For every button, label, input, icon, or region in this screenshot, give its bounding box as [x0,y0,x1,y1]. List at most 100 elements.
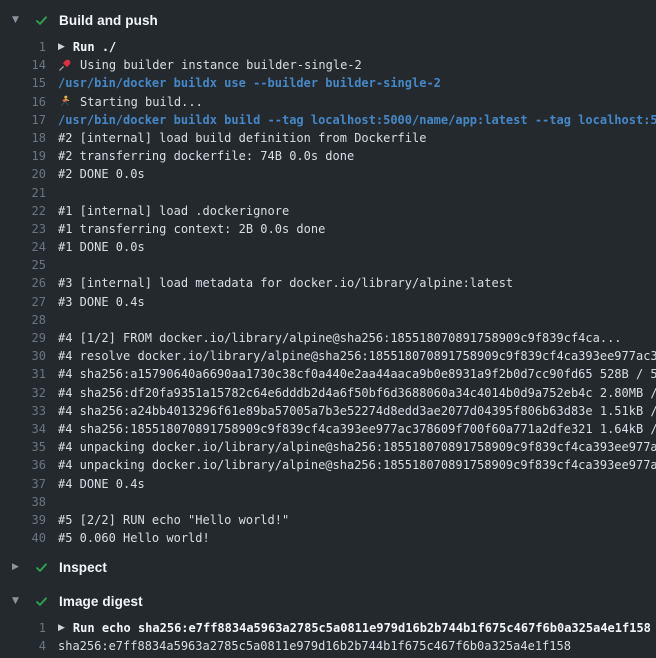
log-line: 39 #5 [2/2] RUN echo "Hello world!" [0,511,656,529]
line-number[interactable]: 1 [0,619,46,637]
log-line: 31 #4 sha256:a15790640a6690aa1730c38cf0a4… [0,365,656,383]
log-lines-build-and-push: 1 ▶ Run ./ 14 Using builder instance builder… [0,34,656,553]
log-line: 26 #3 [internal] load metadata for docker… [0,274,656,292]
runner-icon [58,95,72,109]
log-text: /usr/bin/docker buildx use --builder bui… [58,74,441,92]
line-number[interactable]: 4 [0,637,46,655]
log-line: 35 #4 unpacking docker.io/library/alpine@… [0,438,656,456]
line-number[interactable]: 35 [0,438,46,456]
log-line: 32#4 sha256:df20fa9351a15782c64e6dddb2d4… [0,384,656,402]
log-line: 27 #3 DONE 0.4s [0,293,656,311]
line-number[interactable]: 17 [0,111,46,129]
section-title: Inspect [59,560,107,575]
line-number[interactable]: 34 [0,420,46,438]
log-line: 37 #4 DONE 0.4s [0,475,656,493]
line-number[interactable]: 22 [0,202,46,220]
log-line: 28 [0,311,656,329]
log-text: Run ./ [73,38,116,56]
workflow-log: ▼Build and push1▶Run ./14Using builder i… [0,0,656,658]
log-line: 20 #2 DONE 0.0s [0,165,656,183]
section-title: Build and push [59,13,158,28]
chevron-right-icon[interactable]: ▶ [12,562,34,572]
log-text: Using builder instance builder-single-2 [80,56,362,74]
line-number[interactable]: 21 [0,184,46,202]
log-text: #2 transferring dockerfile: 74B 0.0s don… [58,147,354,165]
pin-icon [58,58,72,72]
expand-toggle-icon[interactable]: ▶ [58,619,65,637]
line-number[interactable]: 40 [0,529,46,547]
log-text: #1 [internal] load .dockerignore [58,202,289,220]
log-text: #4 unpacking docker.io/library/alpine@sh… [58,456,656,474]
line-number[interactable]: 16 [0,93,46,111]
line-number[interactable]: 36 [0,456,46,474]
chevron-down-icon[interactable]: ▼ [12,596,34,606]
log-text: #4 resolve docker.io/library/alpine@sha2… [58,347,656,365]
section-header-inspect[interactable]: ▶ Inspect [0,553,656,581]
success-check-icon [34,559,50,575]
log-text: #4 [1/2] FROM docker.io/library/alpine@s… [58,329,622,347]
log-text: #5 0.060 Hello world! [58,529,210,547]
line-number[interactable]: 20 [0,165,46,183]
line-number[interactable]: 26 [0,274,46,292]
section-title: Image digest [59,594,143,609]
log-text: Run echo sha256:e7ff8834a5963a2785c5a081… [73,619,651,637]
line-number[interactable]: 39 [0,511,46,529]
line-number[interactable]: 24 [0,238,46,256]
log-line: 29 #4 [1/2] FROM docker.io/library/alpine… [0,329,656,347]
success-check-icon [34,12,50,28]
line-number[interactable]: 25 [0,256,46,274]
log-text: #5 [2/2] RUN echo "Hello world!" [58,511,289,529]
chevron-down-icon[interactable]: ▼ [12,15,34,25]
expand-toggle-icon[interactable]: ▶ [58,38,65,56]
log-line: 34 #4 sha256:185518070891758909c9f839cf4c… [0,420,656,438]
log-line: 4 sha256:e7ff8834a5963a2785c5a0811e979d16… [0,637,656,655]
line-number[interactable]: 37 [0,475,46,493]
log-text: #4 sha256:a15790640a6690aa1730c38cf0a440… [58,365,656,383]
line-number[interactable]: 1 [0,38,46,56]
line-number[interactable]: 32 [0,384,46,402]
line-number[interactable]: 38 [0,493,46,511]
log-line: 1 ▶ Run ./ [0,38,656,56]
line-number[interactable]: 31 [0,365,46,383]
log-line: 17/usr/bin/docker buildx build --tag loc… [0,111,656,129]
success-check-icon [34,593,50,609]
log-line: 19 #2 transferring dockerfile: 74B 0.0s d… [0,147,656,165]
line-number[interactable]: 29 [0,329,46,347]
log-text: #2 DONE 0.0s [58,165,145,183]
log-text: Starting build... [80,93,203,111]
log-line: 15/usr/bin/docker buildx use --builder b… [0,74,656,92]
log-lines-image-digest: 1 ▶ Run echo sha256:e7ff8834a5963a2785c5a0… [0,615,656,658]
line-number[interactable]: 18 [0,129,46,147]
log-text: #1 DONE 0.0s [58,238,145,256]
log-text: #1 transferring context: 2B 0.0s done [58,220,325,238]
log-text: #4 DONE 0.4s [58,475,145,493]
section-header-image-digest[interactable]: ▼ Image digest [0,587,656,615]
log-text: #2 [internal] load build definition from… [58,129,426,147]
log-line: 40 #5 0.060 Hello world! [0,529,656,547]
line-number[interactable]: 14 [0,56,46,74]
log-text: #4 sha256:185518070891758909c9f839cf4ca3… [58,420,656,438]
line-number[interactable]: 15 [0,74,46,92]
section-header-build-and-push[interactable]: ▼ Build and push [0,6,656,34]
log-line: 30 #4 resolve docker.io/library/alpine@sh… [0,347,656,365]
log-line: 18 #2 [internal] load build definition fr… [0,129,656,147]
log-text: #4 sha256:a24bb4013296f61e89ba57005a7b3e… [58,402,656,420]
log-line: 22 #1 [internal] load .dockerignore [0,202,656,220]
log-text: #3 DONE 0.4s [58,293,145,311]
log-line: 14 Using builder instance builder-single-… [0,56,656,74]
line-number[interactable]: 19 [0,147,46,165]
log-line: 16 Starting build... [0,93,656,111]
line-number[interactable]: 28 [0,311,46,329]
line-number[interactable]: 23 [0,220,46,238]
line-number[interactable]: 27 [0,293,46,311]
log-line: 21 [0,184,656,202]
log-text: sha256:e7ff8834a5963a2785c5a0811e979d16b… [58,637,571,655]
log-line: 33 #4 sha256:a24bb4013296f61e89ba57005a7b… [0,402,656,420]
log-line: 38 [0,493,656,511]
log-line: 25 [0,256,656,274]
log-text: #4 unpacking docker.io/library/alpine@sh… [58,438,656,456]
log-line: 1 ▶ Run echo sha256:e7ff8834a5963a2785c5a0… [0,619,656,637]
line-number[interactable]: 30 [0,347,46,365]
log-text: #3 [internal] load metadata for docker.i… [58,274,513,292]
line-number[interactable]: 33 [0,402,46,420]
